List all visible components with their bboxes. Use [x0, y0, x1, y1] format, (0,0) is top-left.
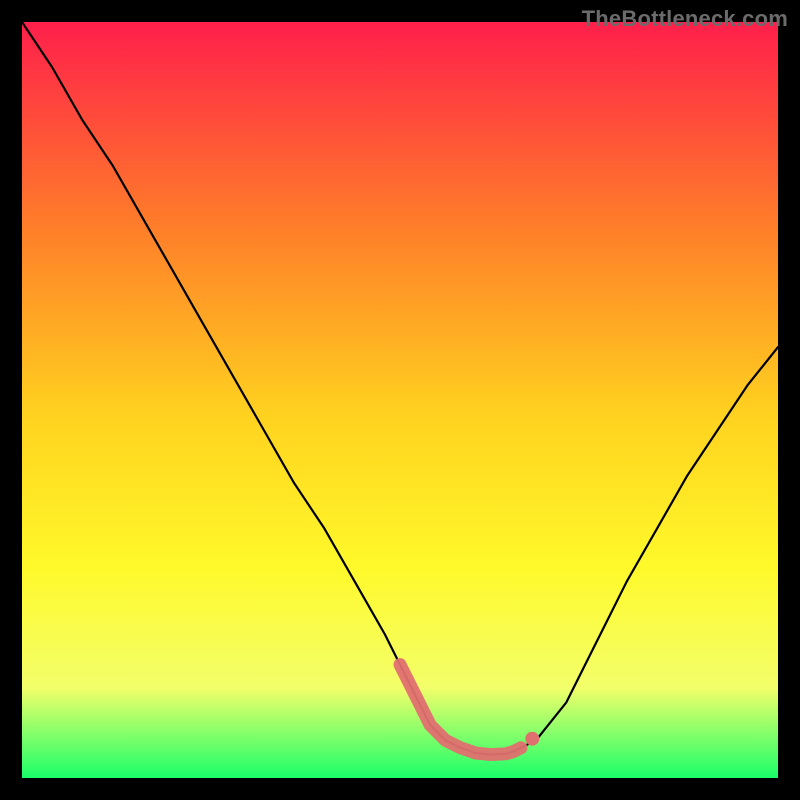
plot-area	[22, 22, 778, 778]
plot-svg	[22, 22, 778, 778]
highlight-dot	[525, 732, 539, 746]
chart-frame: TheBottleneck.com	[0, 0, 800, 800]
watermark-text: TheBottleneck.com	[582, 6, 788, 32]
